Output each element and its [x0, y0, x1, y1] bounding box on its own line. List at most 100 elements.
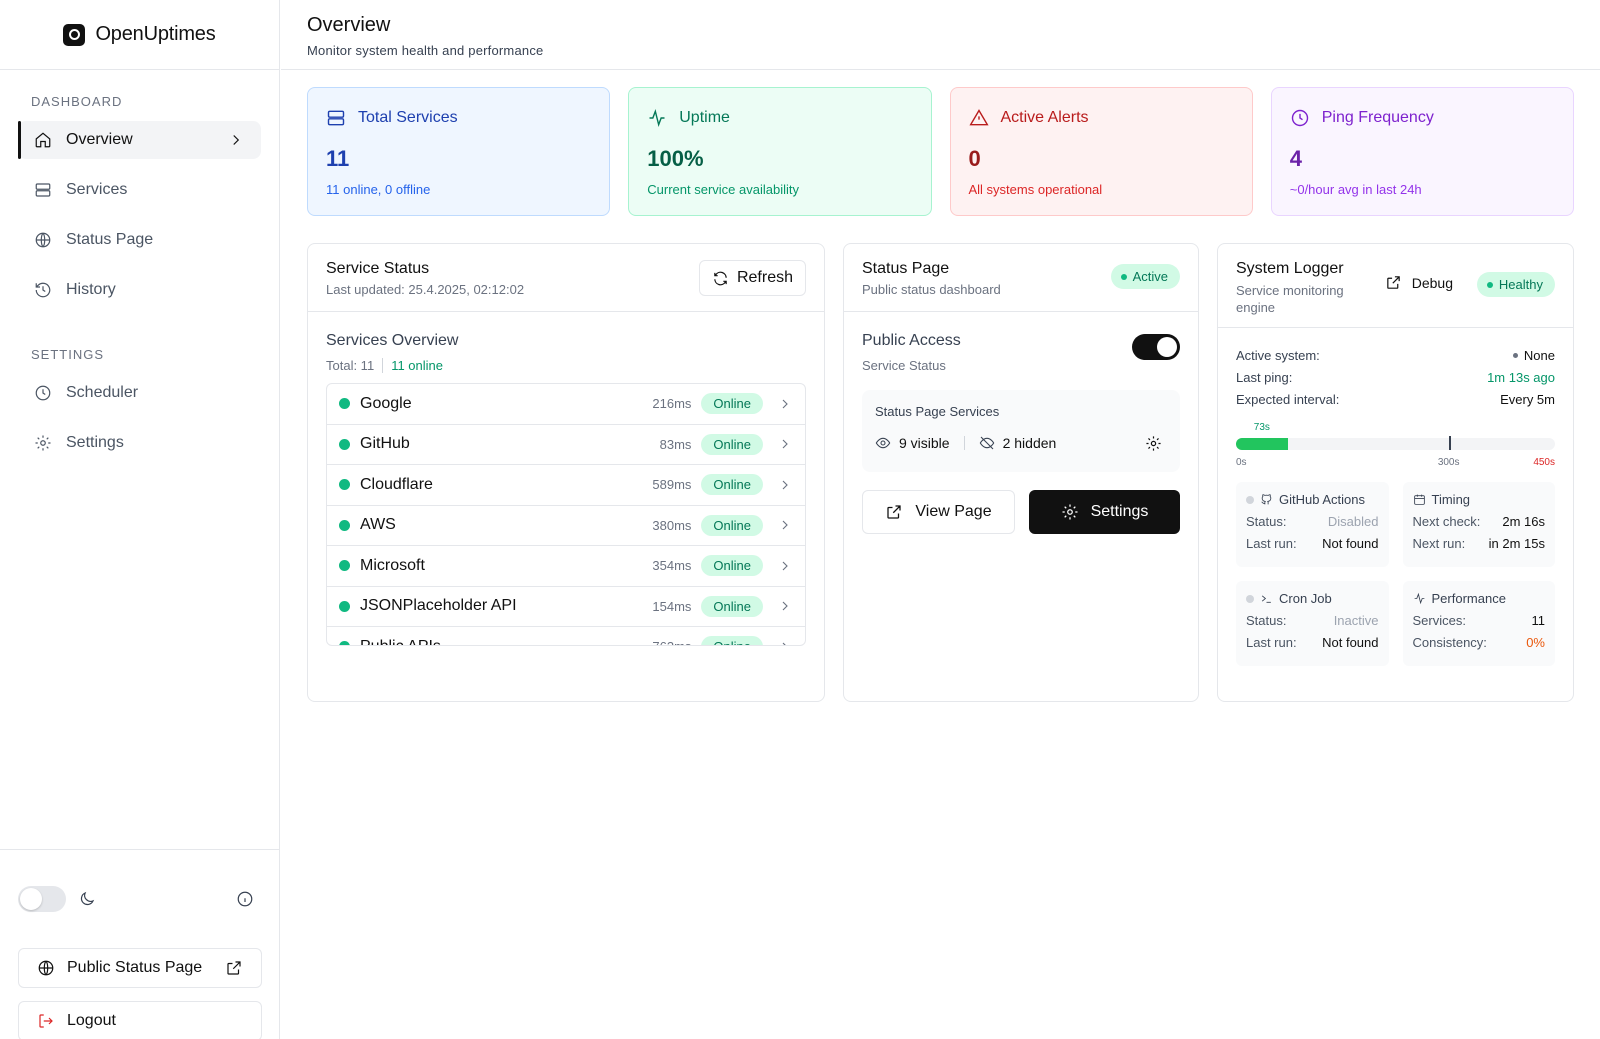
kv-value: in 2m 15s	[1488, 536, 1545, 551]
kv-value: Not found	[1322, 536, 1379, 551]
current-ping-label: 73s	[1253, 422, 1270, 433]
server-icon	[327, 110, 345, 126]
response-time: 154ms	[652, 598, 692, 614]
status-page-services-title: Status Page Services	[875, 404, 1000, 419]
stats-row: Total Services 11 11 online, 0 offline U…	[307, 87, 1574, 216]
kv-key: Services:	[1412, 613, 1466, 628]
box-title: Timing	[1431, 492, 1471, 507]
theme-row	[18, 850, 262, 948]
gear-icon	[35, 435, 51, 451]
kv-key: Status:	[1246, 514, 1287, 529]
refresh-button[interactable]: Refresh	[698, 260, 806, 296]
service-row[interactable]: Microsoft 354ms Online	[327, 546, 805, 587]
axis-max-label: 450s	[1533, 457, 1555, 468]
public-access-row: Public Access Service Status	[862, 332, 1180, 373]
nav-settings: SETTINGS Scheduler Settings	[0, 321, 279, 462]
health-label: Healthy	[1498, 277, 1543, 292]
divider	[382, 358, 384, 373]
stat-subtitle: 11 online, 0 offline	[326, 182, 431, 197]
public-access-toggle[interactable]	[1132, 334, 1180, 360]
logout-icon	[39, 1014, 53, 1028]
hidden-count: 2 hidden	[1002, 435, 1057, 451]
kv-key: Last run:	[1246, 635, 1297, 650]
view-page-button[interactable]: View Page	[862, 490, 1015, 534]
sidebar-item-scheduler[interactable]: Scheduler	[18, 374, 261, 412]
nav-dashboard: DASHBOARD Overview Services Status Page …	[0, 70, 279, 309]
logger-kv-list: Active system: None Last ping: 1m 13s ago …	[1218, 344, 1573, 410]
service-row[interactable]: Google 216ms Online	[327, 384, 805, 425]
stat-card-uptime: Uptime 100% Current service availability	[628, 87, 932, 216]
service-row[interactable]: Public APIs 763ms Online	[327, 627, 805, 645]
kv-key: Active system:	[1236, 347, 1320, 363]
status-dot	[1246, 594, 1254, 603]
kv-value: 1m 13s ago	[1487, 369, 1555, 385]
gear-icon	[1062, 504, 1078, 520]
terminal-icon	[1261, 595, 1271, 603]
service-name: JSONPlaceholder API	[360, 597, 517, 615]
clock-icon	[35, 385, 51, 401]
external-link-icon	[1386, 276, 1400, 289]
interval-marker	[1448, 436, 1451, 450]
stat-value: 0	[968, 146, 981, 171]
chevron-right-icon	[782, 399, 788, 409]
debug-label: Debug	[1411, 274, 1453, 291]
home-icon	[35, 132, 51, 148]
service-name: Cloudflare	[360, 475, 433, 493]
status-badge: Online	[701, 393, 763, 415]
online-count: 11 online	[391, 358, 443, 373]
service-row[interactable]: AWS 380ms Online	[327, 506, 805, 546]
service-row[interactable]: JSONPlaceholder API 154ms Online	[327, 587, 805, 627]
status-dot	[1246, 495, 1254, 504]
info-icon[interactable]	[236, 890, 254, 908]
page-subtitle: Monitor system health and performance	[307, 43, 544, 58]
card-header: System Logger Service monitoring engine …	[1218, 244, 1573, 328]
status-dot	[1120, 273, 1127, 280]
sidebar-item-settings[interactable]: Settings	[18, 424, 261, 462]
status-page-services: Status Page Services 9 visible 2 hidden	[862, 390, 1180, 472]
clock-icon	[1291, 109, 1308, 127]
sidebar-item-label: Services	[66, 181, 128, 198]
status-page-settings-button[interactable]: Settings	[1029, 490, 1180, 534]
kv-last-ping: Last ping: 1m 13s ago	[1236, 366, 1555, 388]
brand[interactable]: OpenUptimes	[0, 0, 279, 70]
globe-icon	[38, 960, 54, 976]
service-row[interactable]: GitHub 83ms Online	[327, 425, 805, 465]
status-badge: Online	[701, 555, 763, 577]
moon-icon	[80, 891, 95, 906]
sidebar-item-status-page[interactable]: Status Page	[18, 221, 261, 259]
gear-icon[interactable]	[1145, 435, 1162, 452]
response-time: 589ms	[652, 477, 692, 493]
axis-min-label: 0s	[1236, 457, 1247, 468]
status-badge: Online	[701, 474, 763, 496]
status-badge: Online	[701, 595, 763, 617]
debug-button[interactable]: Debug	[1385, 274, 1453, 291]
calendar-icon	[1413, 494, 1425, 505]
kv-key: Status:	[1246, 613, 1287, 628]
theme-toggle[interactable]	[18, 886, 66, 912]
server-icon	[35, 183, 51, 197]
kv-value: Every 5m	[1500, 391, 1555, 407]
card-header: Status Page Public status dashboard Acti…	[844, 244, 1198, 312]
status-page-actions: View Page Settings	[862, 490, 1180, 534]
activity-icon	[1414, 592, 1424, 605]
stat-value: 4	[1289, 146, 1302, 171]
services-list[interactable]: Google 216ms Online GitHub 83ms Online Cloudfl…	[326, 383, 806, 646]
response-time: 763ms	[652, 639, 691, 645]
public-status-page-button[interactable]: Public Status Page	[18, 948, 262, 988]
logout-button[interactable]: Logout	[18, 1001, 262, 1039]
response-time: 83ms	[659, 436, 692, 452]
page-title: Overview	[307, 14, 391, 36]
stat-card-total-services: Total Services 11 11 online, 0 offline	[307, 87, 611, 216]
total-count: Total: 11	[326, 358, 375, 373]
external-link-icon	[227, 961, 241, 975]
sidebar-item-label: History	[66, 281, 116, 298]
sidebar-item-overview[interactable]: Overview	[18, 121, 261, 159]
status-dot	[1512, 352, 1518, 358]
sidebar-item-history[interactable]: History	[18, 271, 261, 309]
service-row[interactable]: Cloudflare 589ms Online	[327, 465, 805, 506]
sidebar-item-services[interactable]: Services	[18, 171, 261, 209]
github-actions-box: GitHub Actions Status: Disabled Last run:…	[1236, 482, 1389, 567]
ping-timeline-bar: 73s 0s 300s 450s	[1236, 422, 1555, 470]
chevron-right-icon	[782, 642, 787, 645]
kv-value-text: None	[1523, 347, 1555, 363]
